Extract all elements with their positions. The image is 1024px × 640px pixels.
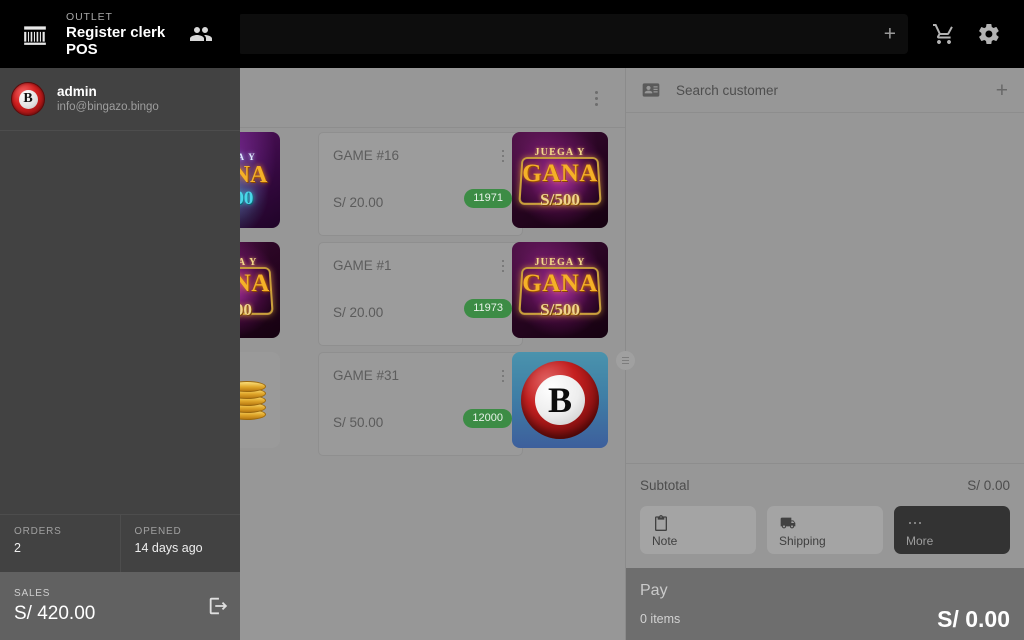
global-search-input[interactable]: +: [238, 14, 908, 54]
sidebar-user-info: admin info@bingazo.bingo: [57, 83, 159, 115]
user-name: admin: [57, 84, 97, 99]
outlet-label: OUTLET: [66, 11, 113, 23]
pay-items-count: 0 items: [640, 612, 681, 626]
product-price: S/ 50.00: [333, 415, 384, 430]
product-card[interactable]: GAME #31 S/ 50.00 12000: [318, 352, 523, 456]
product-title: GAME #16: [333, 148, 400, 163]
products-header: [240, 68, 625, 128]
product-card[interactable]: GAME #16 S/ 20.00 11971: [318, 132, 523, 236]
sales-label: SALES: [14, 588, 51, 599]
product-title: GAME #1: [333, 258, 392, 273]
note-button[interactable]: Note: [640, 506, 756, 554]
add-item-icon[interactable]: +: [884, 24, 896, 45]
customer-search-input[interactable]: Search customer: [676, 83, 996, 98]
product-row: JUEGA Y GANA S/500 GAME #1 S/ 20.00 1197…: [240, 239, 625, 349]
cart-line-items: [626, 114, 1024, 463]
pay-amount: S/ 0.00: [937, 606, 1010, 632]
orders-label: ORDERS: [14, 526, 62, 537]
thumb-tagline: JUEGA Y: [240, 152, 257, 162]
sales-info: SALES S/ 420.00: [0, 586, 196, 626]
truck-icon: [779, 514, 797, 532]
thumb-title: GANA: [240, 270, 270, 297]
product-menu-icon[interactable]: [496, 257, 510, 275]
thumb-title: GANA: [522, 160, 598, 187]
products-panel: JUEGA Y GANA 2,000 GAME #16 S/ 20.00 119…: [240, 68, 625, 640]
cart-actions: Note Shipping More: [626, 506, 1024, 566]
avatar-letter: B: [18, 89, 38, 109]
product-menu-icon[interactable]: [496, 147, 510, 165]
gear-icon[interactable]: [975, 20, 1003, 48]
subtotal-label: Subtotal: [640, 478, 690, 493]
add-customer-icon[interactable]: +: [996, 80, 1008, 101]
thumb-amount: 2,000: [240, 188, 254, 209]
product-thumbnail[interactable]: JUEGA Y GANA S/500: [512, 132, 608, 228]
ellipsis-icon: [906, 514, 924, 532]
opened-value: 14 days ago: [134, 541, 203, 555]
pay-button[interactable]: Pay 0 items S/ 0.00: [626, 568, 1024, 640]
thumb-tagline: JUEGA Y: [534, 257, 586, 268]
sidebar-outlet-info: OUTLET Register clerk POS: [66, 10, 186, 58]
product-stock-badge: 11973: [464, 299, 512, 318]
subtotal-row: Subtotal S/ 0.00: [626, 463, 1024, 507]
sidebar-drawer: OUTLET Register clerk POS B admin info@b…: [0, 0, 240, 640]
product-card[interactable]: GAME #1 S/ 20.00 11973: [318, 242, 523, 346]
product-price: S/ 20.00: [333, 195, 384, 210]
bingo-ball-icon: B: [521, 361, 599, 439]
pos-app: + JUEGA Y GANA 2,000: [0, 0, 1024, 640]
sidebar-user-row[interactable]: B admin info@bingazo.bingo: [0, 68, 240, 131]
thumb-title: GANA: [240, 162, 268, 188]
store-icon: [20, 19, 50, 49]
product-stock-badge: 12000: [463, 409, 512, 428]
more-label: More: [906, 534, 934, 548]
thumb-tagline: JUEGA Y: [534, 147, 586, 158]
thumb-amount: S/500: [540, 190, 580, 209]
stat-orders: ORDERS 2: [0, 515, 120, 572]
product-thumbnail[interactable]: JUEGA Y GANA S/500: [512, 242, 608, 338]
products-list: JUEGA Y GANA 2,000 GAME #16 S/ 20.00 119…: [240, 129, 625, 609]
product-thumbnail[interactable]: JUEGA Y GANA S/500: [240, 242, 280, 338]
stat-opened: OPENED 14 days ago: [119, 515, 241, 572]
shipping-label: Shipping: [779, 534, 826, 548]
more-button[interactable]: More: [894, 506, 1010, 554]
contact-card-icon: [640, 79, 662, 101]
opened-label: OPENED: [134, 526, 182, 537]
thumb-title: GANA: [522, 270, 598, 297]
customer-search-row[interactable]: Search customer +: [626, 68, 1024, 113]
sidebar-sales-bar: SALES S/ 420.00: [0, 572, 240, 640]
orders-value: 2: [14, 541, 21, 555]
pay-label: Pay: [640, 582, 668, 599]
product-thumbnail[interactable]: [240, 352, 280, 448]
subtotal-value: S/ 0.00: [967, 478, 1010, 493]
bingo-ball-letter: B: [535, 375, 585, 425]
thumb-amount: S/500: [540, 300, 580, 319]
clipboard-icon: [652, 514, 670, 532]
people-icon[interactable]: [186, 22, 216, 46]
shopping-cart-icon[interactable]: [930, 20, 958, 48]
product-row: GAME #31 S/ 50.00 12000 B: [240, 349, 625, 459]
sidebar-header: OUTLET Register clerk POS: [0, 0, 240, 68]
product-stock-badge: 11971: [464, 189, 512, 208]
note-label: Note: [652, 534, 678, 548]
product-thumbnail[interactable]: JUEGA Y GANA 2,000: [240, 132, 280, 228]
cart-panel: Search customer + Subtotal S/ 0.00 Note …: [626, 68, 1024, 640]
panel-resize-handle[interactable]: [616, 351, 635, 370]
product-menu-icon[interactable]: [496, 367, 510, 385]
shipping-button[interactable]: Shipping: [767, 506, 883, 554]
logout-icon[interactable]: [196, 595, 240, 617]
sidebar-stats: ORDERS 2 OPENED 14 days ago: [0, 514, 240, 572]
sales-value: S/ 420.00: [14, 603, 96, 624]
thumb-tagline: JUEGA Y: [240, 257, 258, 268]
thumb-amount: S/500: [240, 300, 252, 319]
product-title: GAME #31: [333, 368, 400, 383]
product-thumbnail[interactable]: B: [512, 352, 608, 448]
product-price: S/ 20.00: [333, 305, 384, 320]
more-vertical-icon[interactable]: [587, 88, 605, 108]
outlet-name: Register clerk POS: [66, 24, 166, 58]
product-row: JUEGA Y GANA 2,000 GAME #16 S/ 20.00 119…: [240, 129, 625, 239]
user-email: info@bingazo.bingo: [57, 101, 159, 113]
avatar: B: [11, 82, 45, 116]
